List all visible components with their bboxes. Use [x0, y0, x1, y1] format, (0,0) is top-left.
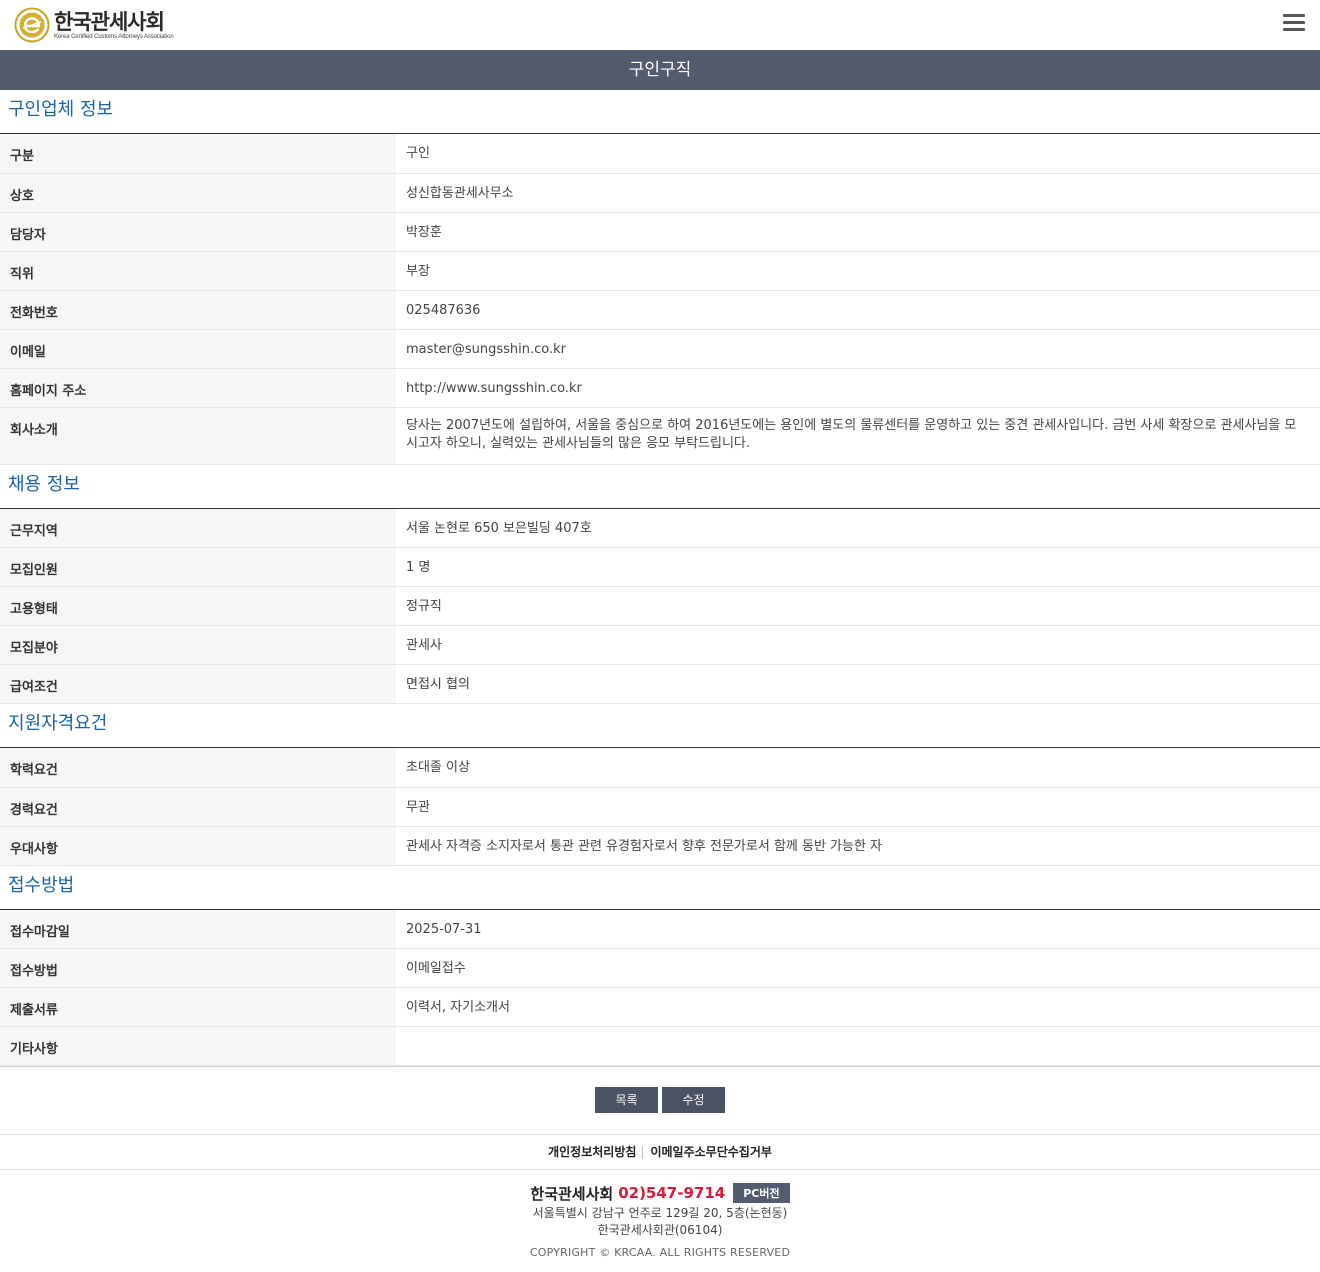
row-label: 구분 — [0, 134, 396, 174]
row-value: 정규직 — [396, 586, 1320, 626]
company-info-table: 구분 구인 상호 성신합동관세사무소 담당자 박장훈 직위 부장 전화번호 02… — [0, 134, 1320, 465]
page-title: 구인구직 — [0, 50, 1320, 90]
section-title-company: 구인업체 정보 — [0, 90, 1320, 134]
row-value — [396, 1026, 1320, 1066]
logo-subtitle: Korea Certified Customs Attorneys Associ… — [54, 33, 174, 40]
row-label: 고용형태 — [0, 586, 396, 626]
row-value: 서울 논현로 650 보은빌딩 407호 — [396, 508, 1320, 548]
table-row: 고용형태 정규직 — [0, 586, 1320, 626]
row-label: 전화번호 — [0, 290, 396, 330]
row-value: 초대졸 이상 — [396, 748, 1320, 788]
hamburger-menu-icon[interactable] — [1283, 14, 1305, 32]
logo-name: 한국관세사회 — [54, 9, 165, 34]
footer-copyright: COPYRIGHT © KRCAA. ALL RIGHTS RESERVED — [529, 1246, 791, 1259]
table-row: 우대사항 관세사 자격증 소지자로서 통관 관련 유경험자로서 향후 전문가로서… — [0, 826, 1320, 866]
edit-button[interactable]: 수정 — [662, 1087, 725, 1113]
table-row: 직위 부장 — [0, 251, 1320, 291]
privacy-policy-link[interactable]: 개인정보처리방침 — [548, 1145, 636, 1159]
phone-value: 025487636 — [396, 290, 1320, 330]
section-title-recruit: 채용 정보 — [0, 465, 1320, 509]
row-value: 부장 — [396, 251, 1320, 291]
row-value: 이메일접수 — [396, 948, 1320, 988]
row-label: 경력요건 — [0, 787, 396, 827]
row-label: 홈페이지 주소 — [0, 368, 396, 408]
row-label: 학력요건 — [0, 748, 396, 788]
table-row: 근무지역 서울 논현로 650 보은빌딩 407호 — [0, 508, 1320, 548]
row-label: 모집분야 — [0, 625, 396, 665]
row-value: 구인 — [396, 134, 1320, 174]
row-value: 관세사 — [396, 625, 1320, 665]
list-button[interactable]: 목록 — [595, 1087, 658, 1113]
table-row: 담당자 박장훈 — [0, 212, 1320, 252]
table-row: 구분 구인 — [0, 134, 1320, 174]
row-value: 관세사 자격증 소지자로서 통관 관련 유경험자로서 향후 전문가로서 함께 동… — [396, 826, 1320, 866]
table-row: 회사소개 당사는 2007년도에 설립하여, 서울을 중심으로 하여 2016년… — [0, 407, 1320, 465]
site-logo[interactable]: 한국관세사회 Korea Certified Customs Attorneys… — [14, 7, 174, 43]
table-row: 이메일 master@sungsshin.co.kr — [0, 329, 1320, 369]
row-value: 무관 — [396, 787, 1320, 827]
action-buttons: 목록 수정 — [0, 1066, 1320, 1134]
table-row: 제출서류 이력서, 자기소개서 — [0, 987, 1320, 1027]
row-label: 접수방법 — [0, 948, 396, 988]
row-label: 회사소개 — [0, 407, 396, 465]
table-row: 학력요건 초대졸 이상 — [0, 748, 1320, 788]
apply-info-table: 접수마감일 2025-07-31 접수방법 이메일접수 제출서류 이력서, 자기… — [0, 909, 1320, 1066]
table-row: 기타사항 — [0, 1026, 1320, 1066]
row-label: 담당자 — [0, 212, 396, 252]
row-label: 기타사항 — [0, 1026, 396, 1066]
footer-info: 한국관세사회 02)547-9714 PC버전 서울특별시 강남구 언주로 12… — [0, 1170, 1320, 1259]
row-value: 성신합동관세사무소 — [396, 173, 1320, 213]
table-row: 모집분야 관세사 — [0, 625, 1320, 665]
site-header: 한국관세사회 Korea Certified Customs Attorneys… — [0, 0, 1320, 50]
row-label: 근무지역 — [0, 508, 396, 548]
footer-address-line2: 한국관세사회관(06104) — [597, 1223, 723, 1237]
row-label: 이메일 — [0, 329, 396, 369]
footer-org-name: 한국관세사회 — [530, 1184, 614, 1203]
row-label: 제출서류 — [0, 987, 396, 1027]
row-value: 면접시 협의 — [396, 664, 1320, 704]
company-intro-value: 당사는 2007년도에 설립하여, 서울을 중심으로 하여 2016년도에는 용… — [396, 407, 1320, 465]
link-separator: | — [640, 1145, 645, 1159]
row-label: 접수마감일 — [0, 909, 396, 949]
table-row: 상호 성신합동관세사무소 — [0, 173, 1320, 213]
row-label: 우대사항 — [0, 826, 396, 866]
footer-phone: 02)547-9714 — [618, 1184, 726, 1202]
recruit-info-table: 근무지역 서울 논현로 650 보은빌딩 407호 모집인원 1 명 고용형태 … — [0, 508, 1320, 704]
row-value: 박장훈 — [396, 212, 1320, 252]
email-value: master@sungsshin.co.kr — [396, 329, 1320, 369]
row-value: 2025-07-31 — [396, 909, 1320, 949]
row-value: 이력서, 자기소개서 — [396, 987, 1320, 1027]
section-title-qualification: 지원자격요건 — [0, 704, 1320, 748]
table-row: 홈페이지 주소 http://www.sungsshin.co.kr — [0, 368, 1320, 408]
table-row: 접수마감일 2025-07-31 — [0, 909, 1320, 949]
row-label: 모집인원 — [0, 547, 396, 587]
row-label: 급여조건 — [0, 664, 396, 704]
section-title-apply: 접수방법 — [0, 866, 1320, 910]
qualification-info-table: 학력요건 초대졸 이상 경력요건 무관 우대사항 관세사 자격증 소지자로서 통… — [0, 748, 1320, 866]
pc-version-button[interactable]: PC버전 — [733, 1183, 790, 1203]
table-row: 접수방법 이메일접수 — [0, 948, 1320, 988]
footer-address-line1: 서울특별시 강남구 언주로 129길 20, 5층(논현동) — [532, 1206, 788, 1220]
row-value: 1 명 — [396, 547, 1320, 587]
logo-emblem-icon — [14, 7, 50, 43]
table-row: 전화번호 025487636 — [0, 290, 1320, 330]
email-collection-refusal-link[interactable]: 이메일주소무단수집거부 — [650, 1145, 771, 1159]
row-label: 직위 — [0, 251, 396, 291]
row-label: 상호 — [0, 173, 396, 213]
table-row: 모집인원 1 명 — [0, 547, 1320, 587]
table-row: 급여조건 면접시 협의 — [0, 664, 1320, 704]
footer-links: 개인정보처리방침 | 이메일주소무단수집거부 — [0, 1134, 1320, 1170]
homepage-value: http://www.sungsshin.co.kr — [396, 368, 1320, 408]
table-row: 경력요건 무관 — [0, 787, 1320, 827]
